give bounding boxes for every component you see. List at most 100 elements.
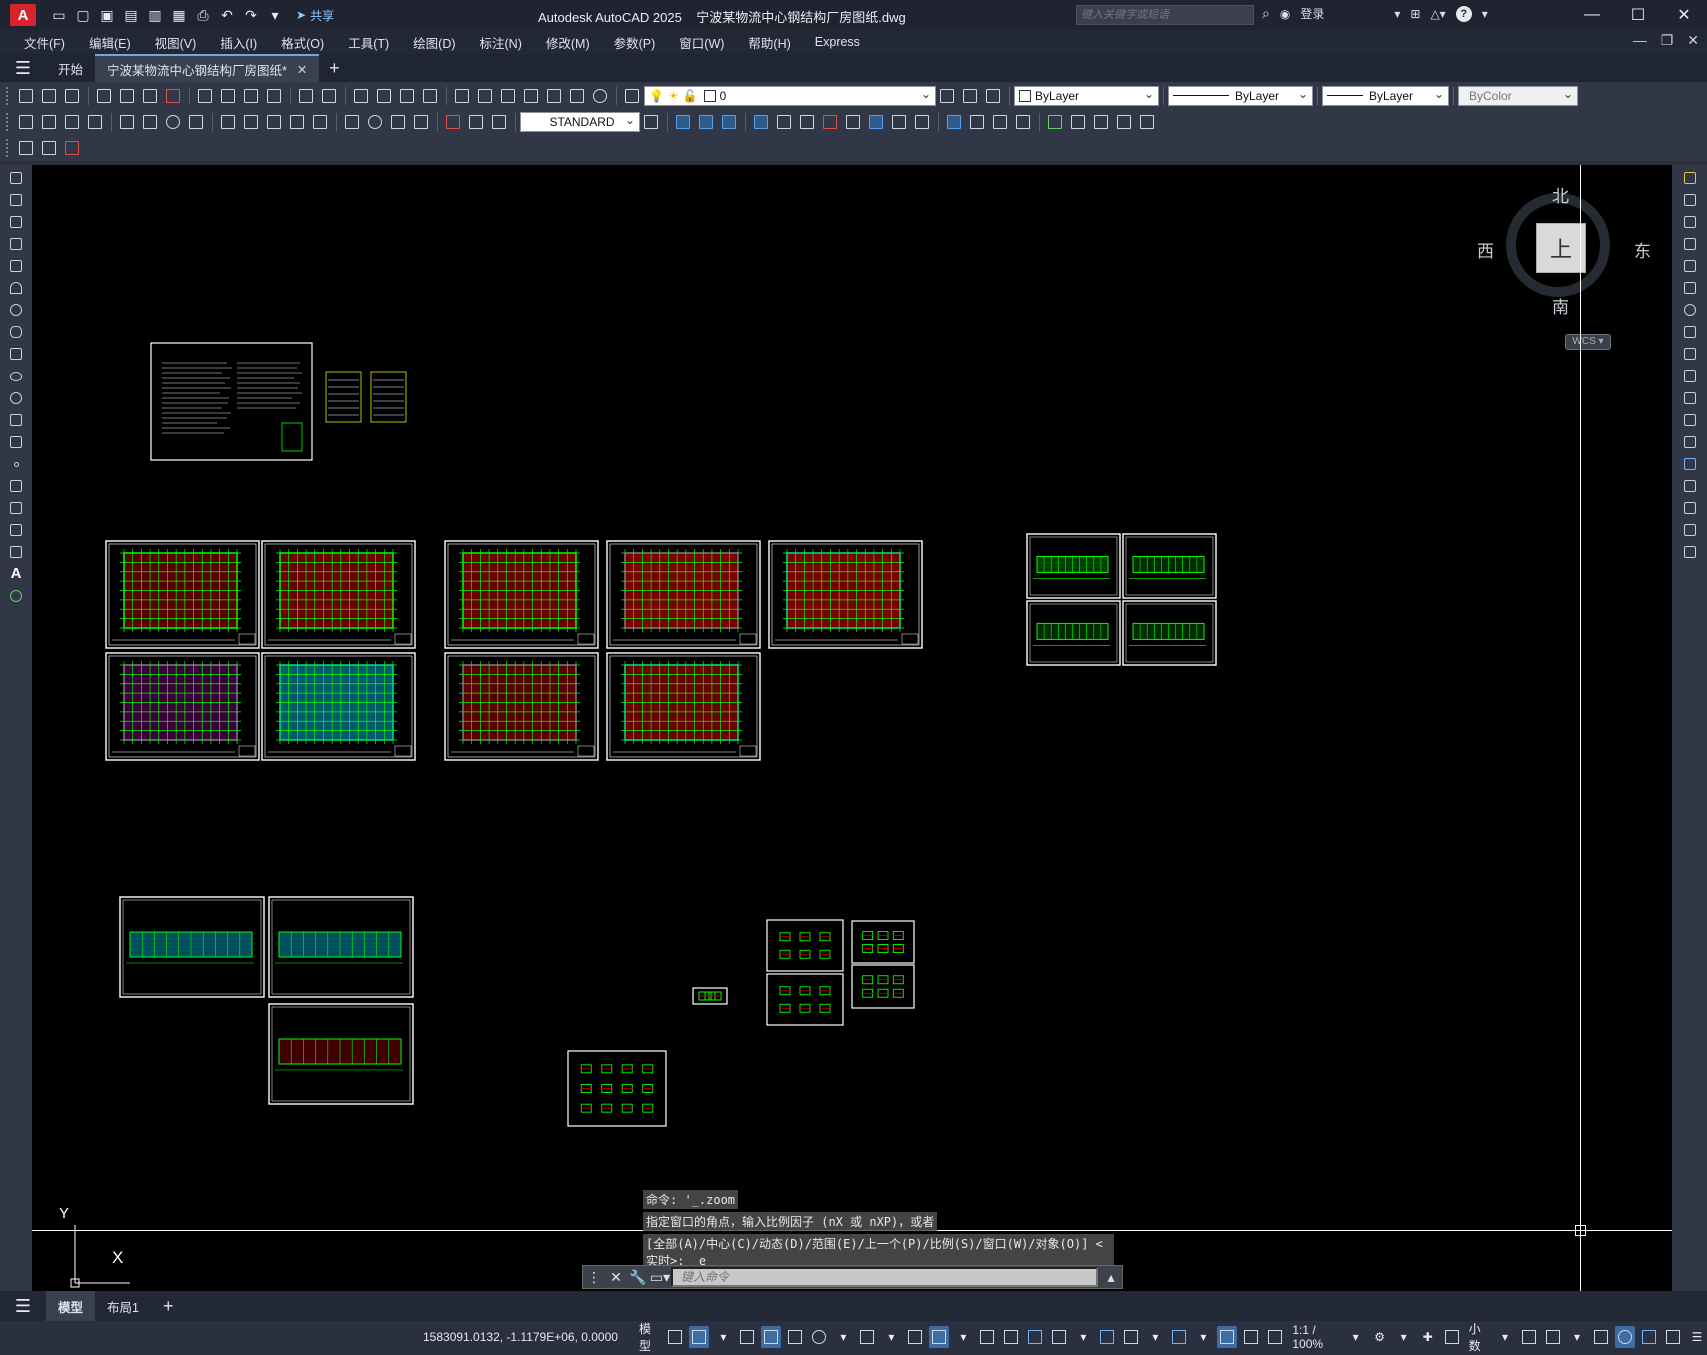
maximize-icon[interactable]: ☐: [1615, 0, 1661, 30]
annotation-monitor-icon[interactable]: ✚: [1418, 1326, 1438, 1348]
menu-express[interactable]: Express: [803, 35, 872, 49]
arc-icon[interactable]: [5, 279, 27, 297]
ellipse-arc-icon[interactable]: [5, 389, 27, 407]
model-space-button[interactable]: 模型: [636, 1322, 661, 1353]
jogged-dim-icon[interactable]: [139, 111, 161, 133]
snap-dropdown-icon[interactable]: ▾: [713, 1326, 733, 1348]
extend-icon[interactable]: [1679, 389, 1701, 407]
gizmo-icon[interactable]: [1169, 1326, 1189, 1348]
scale-icon[interactable]: [1679, 323, 1701, 341]
save-icon[interactable]: ▣: [98, 6, 116, 24]
login-dropdown-icon[interactable]: ▾: [1394, 7, 1400, 21]
selection-filter-dropdown-icon[interactable]: ▾: [1145, 1326, 1165, 1348]
viewcube-top-face[interactable]: 上: [1536, 223, 1586, 273]
publish-icon[interactable]: [139, 85, 161, 107]
lock-ui-icon[interactable]: [1543, 1326, 1563, 1348]
ellipse-icon[interactable]: [5, 367, 27, 385]
angular-dim-icon[interactable]: [185, 111, 207, 133]
object-snap-icon[interactable]: [929, 1326, 950, 1348]
units-dropdown[interactable]: 小数: [1466, 1322, 1491, 1353]
menu-file[interactable]: 文件(F): [12, 33, 77, 52]
transparency-icon[interactable]: [1001, 1326, 1021, 1348]
export-icon[interactable]: ▦: [170, 6, 188, 24]
minimize-icon[interactable]: —: [1569, 0, 1615, 30]
layer-properties-icon[interactable]: [621, 85, 643, 107]
insert-block-icon[interactable]: [5, 411, 27, 429]
menu-window[interactable]: 窗口(W): [667, 33, 736, 52]
menu-parametric[interactable]: 参数(P): [602, 33, 668, 52]
tolerance-icon[interactable]: [341, 111, 363, 133]
tool-palettes-icon[interactable]: [497, 85, 519, 107]
dynamic-input-icon[interactable]: [761, 1326, 782, 1348]
login-button[interactable]: 登录: [1300, 5, 1324, 22]
toolbar-grip[interactable]: [6, 139, 12, 157]
zoom-previous-icon[interactable]: [419, 85, 441, 107]
attach-icon[interactable]: [1136, 111, 1158, 133]
3d-rotate-icon[interactable]: [796, 111, 818, 133]
compass-north[interactable]: 北: [1552, 182, 1569, 207]
selection-cycling-icon[interactable]: [1025, 1326, 1045, 1348]
stretch-icon[interactable]: [1679, 345, 1701, 363]
isodraft-dropdown-icon[interactable]: ▾: [881, 1326, 901, 1348]
quick-properties-icon[interactable]: [1519, 1326, 1539, 1348]
grid-icon[interactable]: [665, 1326, 685, 1348]
isolate-objects-icon[interactable]: [1591, 1326, 1611, 1348]
pan-icon[interactable]: [350, 85, 372, 107]
construction-line-icon[interactable]: [5, 191, 27, 209]
materials-icon[interactable]: [989, 111, 1011, 133]
block-insert-icon[interactable]: [1044, 111, 1066, 133]
circle-icon[interactable]: [5, 301, 27, 319]
app-menu-button[interactable]: A: [10, 4, 36, 26]
help-search-input[interactable]: [1076, 5, 1254, 25]
xref-icon[interactable]: [1113, 111, 1135, 133]
3d-subtract-icon[interactable]: [865, 111, 887, 133]
multiline-text-icon[interactable]: A: [5, 565, 27, 583]
coordinates-display[interactable]: 1583091.0132, -1.1179E+06, 0.0000: [423, 1330, 618, 1344]
tab-start[interactable]: 开始: [46, 54, 95, 82]
3d-osnap-dropdown-icon[interactable]: ▾: [1073, 1326, 1093, 1348]
clean-screen-icon[interactable]: [1663, 1326, 1683, 1348]
3d-extrude-icon[interactable]: [750, 111, 772, 133]
undo-icon[interactable]: [295, 85, 317, 107]
properties-icon[interactable]: [451, 85, 473, 107]
drawing-canvas[interactable]: [32, 165, 1672, 1291]
auto-scale-icon[interactable]: [1241, 1326, 1261, 1348]
hardware-accel-icon[interactable]: [1639, 1326, 1659, 1348]
linetype-dropdown[interactable]: ByLayer: [1168, 85, 1313, 106]
open-icon[interactable]: [38, 85, 60, 107]
compass-west[interactable]: 西: [1477, 237, 1494, 262]
trim-icon[interactable]: [1679, 367, 1701, 385]
annotation-visibility-icon[interactable]: [1217, 1326, 1238, 1348]
design-center-icon[interactable]: [474, 85, 496, 107]
units-icon[interactable]: [1442, 1326, 1462, 1348]
explode-icon[interactable]: [1679, 543, 1701, 561]
copy-icon[interactable]: [217, 85, 239, 107]
hatch-icon[interactable]: [5, 477, 27, 495]
undo-icon[interactable]: ↶: [218, 6, 236, 24]
publish-icon[interactable]: ▥: [146, 6, 164, 24]
erase-icon[interactable]: [1679, 169, 1701, 187]
mirror-icon[interactable]: [1679, 213, 1701, 231]
customize-qat-icon[interactable]: ▾: [266, 6, 284, 24]
tab-layout1[interactable]: 布局1: [95, 1291, 151, 1321]
polyline-icon[interactable]: [5, 213, 27, 231]
3d-intersect-icon[interactable]: [888, 111, 910, 133]
tab-model[interactable]: 模型: [46, 1291, 96, 1321]
menu-draw[interactable]: 绘图(D): [401, 33, 467, 52]
inspection-icon[interactable]: [387, 111, 409, 133]
ordinate-dim-icon[interactable]: [84, 111, 106, 133]
line-icon[interactable]: [5, 169, 27, 187]
dim-edit-icon[interactable]: [442, 111, 464, 133]
doc-minimize-icon[interactable]: —: [1633, 32, 1647, 49]
lineweight-dropdown[interactable]: ByLayer: [1322, 85, 1449, 106]
plot-icon[interactable]: ⎙: [194, 6, 212, 24]
open-file-icon[interactable]: ▢: [74, 6, 92, 24]
annotation-scale-icon[interactable]: [1265, 1326, 1285, 1348]
markup-icon[interactable]: [543, 85, 565, 107]
plot-preview-icon[interactable]: [116, 85, 138, 107]
custom-tool-3-icon[interactable]: [61, 137, 83, 159]
3d-print-icon[interactable]: [162, 85, 184, 107]
new-tab-button[interactable]: +: [319, 58, 349, 79]
search-icon[interactable]: ⌕: [1262, 5, 1270, 22]
isodraft-icon[interactable]: [857, 1326, 877, 1348]
